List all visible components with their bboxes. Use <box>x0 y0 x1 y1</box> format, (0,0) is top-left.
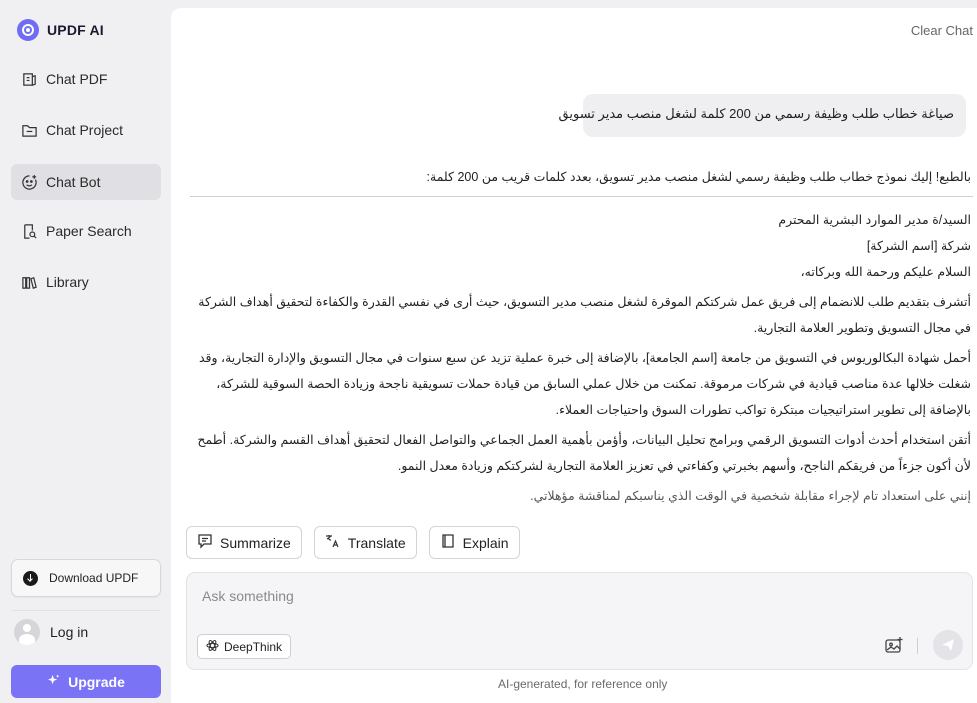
ai-disclaimer: AI-generated, for reference only <box>498 677 668 691</box>
send-icon <box>942 639 954 651</box>
sidebar-divider <box>11 610 161 611</box>
app-name: UPDF AI <box>47 22 104 38</box>
reply-salutation: السيد/ة مدير الموارد البشرية المحترم <box>778 213 971 227</box>
login-label: Log in <box>50 624 89 640</box>
deepthink-toggle[interactable]: DeepThink <box>197 634 292 659</box>
reply-paragraph: أحمل شهادة البكالوريوس في التسويق من جام… <box>198 351 971 417</box>
sidebar-item-label: Chat Project <box>46 122 124 138</box>
image-upload-icon[interactable] <box>884 636 904 656</box>
explain-label: Explain <box>462 534 509 551</box>
summarize-icon <box>197 533 213 552</box>
explain-button[interactable]: Explain <box>428 526 520 559</box>
assistant-reply: بالطبع! إليك نموذج خطاب طلب وظيفة رسمي ل… <box>190 170 973 511</box>
reply-company: شركة [اسم الشركة] <box>866 239 971 253</box>
reply-paragraph: أتشرف بتقديم طلب للانضمام إلى فريق عمل ش… <box>198 295 971 335</box>
sidebar-item-label: Paper Search <box>46 223 132 239</box>
upgrade-button[interactable]: Upgrade <box>11 665 161 698</box>
clear-chat-button[interactable]: Clear Chat <box>911 23 973 38</box>
sparkle-icon <box>47 673 60 690</box>
quick-actions: Summarize Translate Explain <box>186 526 520 559</box>
download-icon <box>23 570 38 586</box>
updf-logo-icon <box>17 19 39 41</box>
sidebar-item-chat-pdf[interactable]: Chat PDF <box>11 61 161 97</box>
sidebar: UPDF AI Chat PDF Chat Project Chat Bot P… <box>0 0 170 703</box>
sidebar-item-chat-project[interactable]: Chat Project <box>11 112 161 148</box>
sidebar-item-paper-search[interactable]: Paper Search <box>11 213 161 249</box>
folder-icon <box>20 121 38 139</box>
send-button[interactable] <box>933 630 963 660</box>
reply-intro: بالطبع! إليك نموذج خطاب طلب وظيفة رسمي ل… <box>426 170 971 184</box>
sidebar-item-label: Library <box>46 274 89 290</box>
translate-label: Translate <box>347 534 406 551</box>
translate-button[interactable]: Translate <box>313 526 417 559</box>
user-message: صياغة خطاب طلب وظيفة رسمي من 200 كلمة لش… <box>559 94 966 137</box>
download-label: Download UPDF <box>49 571 139 585</box>
upgrade-label: Upgrade <box>68 673 125 690</box>
avatar <box>14 619 40 645</box>
book-icon <box>440 533 456 552</box>
sidebar-item-label: Chat Bot <box>46 174 101 190</box>
bot-icon <box>20 173 38 191</box>
login-button[interactable]: Log in <box>14 619 88 645</box>
message-input[interactable]: Ask something <box>202 588 294 604</box>
library-icon <box>20 273 38 291</box>
brand: UPDF AI <box>17 19 104 41</box>
reply-greeting: السلام عليكم ورحمة الله وبركاته، <box>800 265 971 279</box>
chat-panel: Clear Chat صياغة خطاب طلب وظيفة رسمي من … <box>171 8 977 703</box>
reply-paragraph: أتقن استخدام أحدث أدوات التسويق الرقمي و… <box>197 433 971 473</box>
message-composer[interactable]: Ask something DeepThink <box>186 572 973 670</box>
chat-pdf-icon <box>20 70 38 88</box>
summarize-button[interactable]: Summarize <box>186 526 302 559</box>
translate-icon <box>325 533 341 552</box>
download-updf-button[interactable]: Download UPDF <box>11 559 161 597</box>
summarize-label: Summarize <box>220 534 291 551</box>
deepthink-label: DeepThink <box>224 639 283 654</box>
reply-divider <box>190 196 973 197</box>
sidebar-item-chat-bot[interactable]: Chat Bot <box>11 164 161 200</box>
sidebar-item-library[interactable]: Library <box>11 264 161 300</box>
reply-paragraph: إنني على استعداد تام لإجراء مقابلة شخصية… <box>530 489 971 503</box>
atom-icon <box>206 639 219 655</box>
sidebar-item-label: Chat PDF <box>46 71 108 87</box>
paper-search-icon <box>20 222 38 240</box>
composer-divider <box>917 638 918 654</box>
